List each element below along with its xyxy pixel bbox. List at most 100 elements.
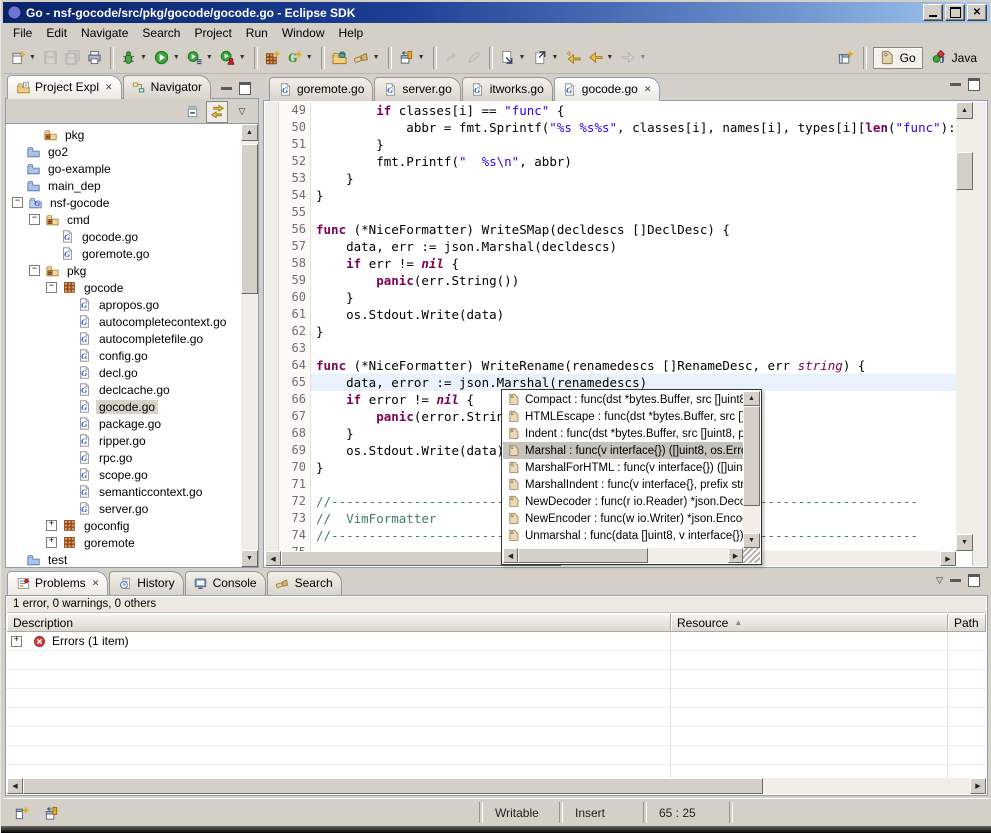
dropdown-arrow-icon[interactable]: ▼ xyxy=(27,54,38,62)
open-resource-button[interactable] xyxy=(329,46,351,70)
dropdown-arrow-icon[interactable]: ▼ xyxy=(549,54,560,62)
column-header-description[interactable]: Description xyxy=(7,614,671,632)
minimize-view-icon[interactable] xyxy=(221,87,232,90)
bottom-tab-search[interactable]: Search xyxy=(267,571,342,595)
scroll-up-icon[interactable]: ▲ xyxy=(241,124,258,141)
code-text[interactable]: if err != nil { xyxy=(311,255,956,272)
menu-navigate[interactable]: Navigate xyxy=(74,24,135,42)
tree-expander-icon[interactable]: − xyxy=(46,282,57,293)
scroll-down-icon[interactable]: ▼ xyxy=(241,550,258,567)
scroll-down-icon[interactable]: ▼ xyxy=(956,534,973,551)
scroll-left-icon[interactable]: ◀ xyxy=(503,548,518,563)
print-button[interactable] xyxy=(84,46,106,70)
annotation-ruler[interactable] xyxy=(265,510,279,527)
tree-item-scope-go[interactable]: Gscope.go xyxy=(6,466,241,483)
annotation-ruler[interactable] xyxy=(265,323,279,340)
maximize-view-icon[interactable] xyxy=(239,82,251,95)
bottom-tab-history[interactable]: History xyxy=(109,571,183,595)
scroll-left-icon[interactable]: ◀ xyxy=(265,551,281,566)
editor-scrollbar-thumb[interactable] xyxy=(956,152,973,190)
code-text[interactable]: panic(err.String()) xyxy=(311,272,956,289)
tree-item-test[interactable]: test xyxy=(6,551,241,567)
perspective-java[interactable]: JJava xyxy=(925,47,984,69)
tree-expander-icon[interactable]: + xyxy=(11,636,22,647)
tree-expander-icon[interactable]: + xyxy=(46,520,57,531)
annotation-ruler[interactable] xyxy=(265,187,279,204)
scroll-track[interactable] xyxy=(648,548,728,563)
close-tab-icon[interactable]: ✕ xyxy=(642,84,652,95)
fast-view-button[interactable] xyxy=(11,803,31,823)
annotation-ruler[interactable] xyxy=(265,459,279,476)
tree-item-nsf-gocode[interactable]: −Gnsf-gocode xyxy=(6,194,241,211)
view-menu-button[interactable]: ▽ xyxy=(232,102,252,122)
autocomplete-item[interactable]: Unmarshal : func(data []uint8, v interfa… xyxy=(503,527,743,544)
overview-ruler[interactable] xyxy=(972,102,986,566)
search-button[interactable]: ▼ xyxy=(351,46,384,70)
code-text[interactable]: data, err := json.Marshal(decldescs) xyxy=(311,238,956,255)
popup-resize-grip[interactable] xyxy=(743,548,760,563)
run-button[interactable]: ▼ xyxy=(151,46,184,70)
dropdown-arrow-icon[interactable]: ▼ xyxy=(237,54,248,62)
explorer-tab-project-expl[interactable]: Project Expl✕ xyxy=(7,75,122,99)
dropdown-arrow-icon[interactable]: ▼ xyxy=(371,54,382,62)
menu-run[interactable]: Run xyxy=(239,24,275,42)
problems-horizontal-scrollbar[interactable]: ◀ ▶ xyxy=(7,778,986,794)
annotation-ruler[interactable] xyxy=(265,255,279,272)
code-text[interactable]: } xyxy=(311,187,956,204)
annotation-ruler[interactable] xyxy=(265,153,279,170)
popup-vertical-scrollbar[interactable]: ▲ ▼ xyxy=(743,391,760,548)
popup-scrollbar-thumb[interactable] xyxy=(743,406,760,506)
tree-item-pkg[interactable]: pkg xyxy=(6,126,241,143)
editor-tab-gocode-go[interactable]: Ggocode.go✕ xyxy=(554,77,661,101)
code-text[interactable]: abbr = fmt.Sprintf("%s %s%s", classes[i]… xyxy=(311,119,956,136)
editor-tab-itworks-go[interactable]: Gitworks.go xyxy=(462,77,553,101)
code-text[interactable]: func (*NiceFormatter) WriteRename(rename… xyxy=(311,357,956,374)
autocomplete-item[interactable]: Indent : func(dst *bytes.Buffer, src []u… xyxy=(503,425,743,442)
minimize-button[interactable] xyxy=(923,4,943,21)
annotation-ruler[interactable] xyxy=(265,170,279,187)
tree-item-package-go[interactable]: Gpackage.go xyxy=(6,415,241,432)
tree-item-cmd[interactable]: −cmd xyxy=(6,211,241,228)
dropdown-arrow-icon[interactable]: ▼ xyxy=(171,54,182,62)
maximize-view-icon[interactable] xyxy=(968,574,980,587)
annotation-ruler[interactable] xyxy=(265,119,279,136)
dropdown-arrow-icon[interactable]: ▼ xyxy=(204,54,215,62)
popup-horizontal-scrollbar[interactable]: ◀ ▶ xyxy=(503,548,743,563)
tree-expander-icon[interactable]: − xyxy=(12,197,23,208)
editor-tab-goremote-go[interactable]: Ggoremote.go xyxy=(269,77,373,101)
new-go-package-button[interactable] xyxy=(262,46,284,70)
tree-scrollbar[interactable]: ▲ ▼ xyxy=(241,124,258,567)
tree-expander-icon[interactable]: + xyxy=(46,537,57,548)
annotation-ruler[interactable] xyxy=(265,408,279,425)
bottom-tab-console[interactable]: Console xyxy=(185,571,266,595)
annotation-ruler[interactable] xyxy=(265,136,279,153)
annotation-ruler[interactable] xyxy=(265,493,279,510)
tree-item-pkg[interactable]: −pkg xyxy=(6,262,241,279)
tree-expander-icon[interactable]: − xyxy=(29,265,40,276)
run-last-tool-button[interactable]: ▼ xyxy=(184,46,217,70)
next-annotation-button[interactable]: ▼ xyxy=(497,46,530,70)
scroll-right-icon[interactable]: ▶ xyxy=(728,548,743,563)
debug-button[interactable]: ▼ xyxy=(118,46,151,70)
profile-button[interactable]: ▼ xyxy=(217,46,250,70)
tree-item-semanticcontext-go[interactable]: Gsemanticcontext.go xyxy=(6,483,241,500)
dropdown-arrow-icon[interactable]: ▼ xyxy=(304,54,315,62)
annotation-ruler[interactable] xyxy=(265,204,279,221)
problems-hscrollbar-thumb[interactable] xyxy=(23,778,763,794)
scroll-right-icon[interactable]: ▶ xyxy=(970,778,986,794)
code-text[interactable]: if classes[i] == "func" { xyxy=(311,102,956,119)
dropdown-arrow-icon[interactable]: ▼ xyxy=(517,54,528,62)
dropdown-arrow-icon[interactable]: ▼ xyxy=(637,54,648,62)
column-header-resource[interactable]: Resource▲ xyxy=(671,614,948,632)
tree-item-autocompletefile-go[interactable]: Gautocompletefile.go xyxy=(6,330,241,347)
new-wizard-button[interactable]: ▼ xyxy=(7,46,40,70)
annotation-ruler[interactable] xyxy=(265,102,279,119)
scroll-left-icon[interactable]: ◀ xyxy=(7,778,23,794)
collapse-all-button[interactable] xyxy=(182,102,202,122)
code-text[interactable]: } xyxy=(311,323,956,340)
tree-item-go2[interactable]: go2 xyxy=(6,143,241,160)
maximize-view-icon[interactable] xyxy=(968,78,980,91)
view-menu-icon[interactable]: ▽ xyxy=(936,575,943,586)
tree-item-goremote[interactable]: +goremote xyxy=(6,534,241,551)
menu-edit[interactable]: Edit xyxy=(39,24,74,42)
